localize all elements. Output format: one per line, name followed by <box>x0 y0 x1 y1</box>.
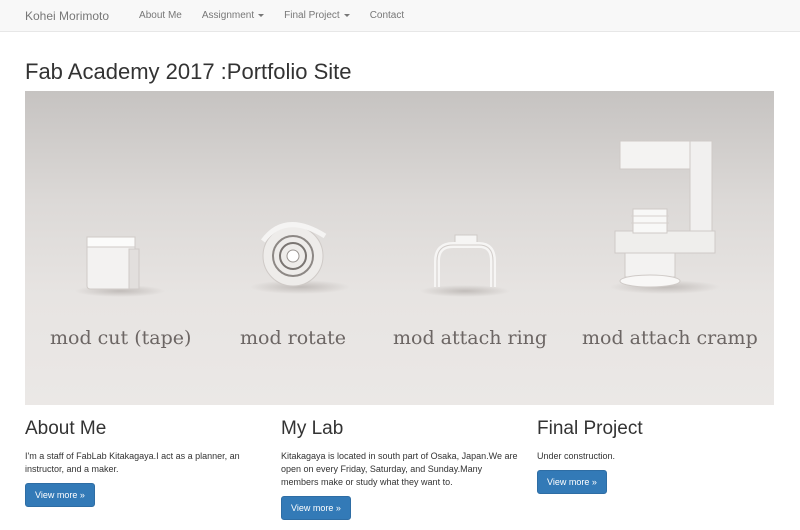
final-project-section: Final Project Under construction. View m… <box>537 418 777 494</box>
caret-down-icon <box>343 14 350 17</box>
nav-item-assignment[interactable]: Assignment <box>201 10 265 21</box>
my-lab-section: My Lab Kitakagaya is located in south pa… <box>281 418 521 520</box>
hero-label-mod-rotate: mod rotate <box>240 327 347 349</box>
section-text: I'm a staff of FabLab Kitakagaya.I act a… <box>25 451 240 474</box>
my-lab-view-more-button[interactable]: View more » <box>281 496 351 520</box>
hero-label-mod-attach-ring: mod attach ring <box>393 327 548 349</box>
nav-item-label: About Me <box>139 10 182 21</box>
nav-item-contact[interactable]: Contact <box>370 10 404 21</box>
caret-down-icon <box>258 14 265 17</box>
section-heading: Final Project <box>537 418 643 439</box>
brand-link[interactable]: Kohei Morimoto <box>25 9 109 23</box>
nav-item-label: Final Project <box>284 10 340 21</box>
section-text: Kitakagaya is located in south part of O… <box>281 451 518 487</box>
navbar: Kohei Morimoto About Me Assignment Final… <box>0 0 800 32</box>
about-me-view-more-button[interactable]: View more » <box>25 483 95 507</box>
section-heading: My Lab <box>281 418 344 439</box>
nav-item-label: Contact <box>369 10 405 21</box>
page-title: Fab Academy 2017 :Portfolio Site <box>25 59 352 84</box>
nav-item-about-me[interactable]: About Me <box>139 10 182 21</box>
nav-item-label: Assignment <box>201 10 255 21</box>
about-me-section: About Me I'm a staff of FabLab Kitakagay… <box>25 418 265 507</box>
hero-label-mod-cut: mod cut (tape) <box>50 327 192 349</box>
section-heading: About Me <box>25 418 107 439</box>
hero-label-mod-attach-cramp: mod attach cramp <box>582 327 758 349</box>
section-text: Under construction. <box>537 451 616 461</box>
final-project-view-more-button[interactable]: View more » <box>537 470 607 494</box>
hero-image: mod cut (tape) mod rotate mod attach rin… <box>25 91 774 405</box>
hero-photo <box>25 91 774 405</box>
nav-item-final-project[interactable]: Final Project <box>284 10 350 21</box>
